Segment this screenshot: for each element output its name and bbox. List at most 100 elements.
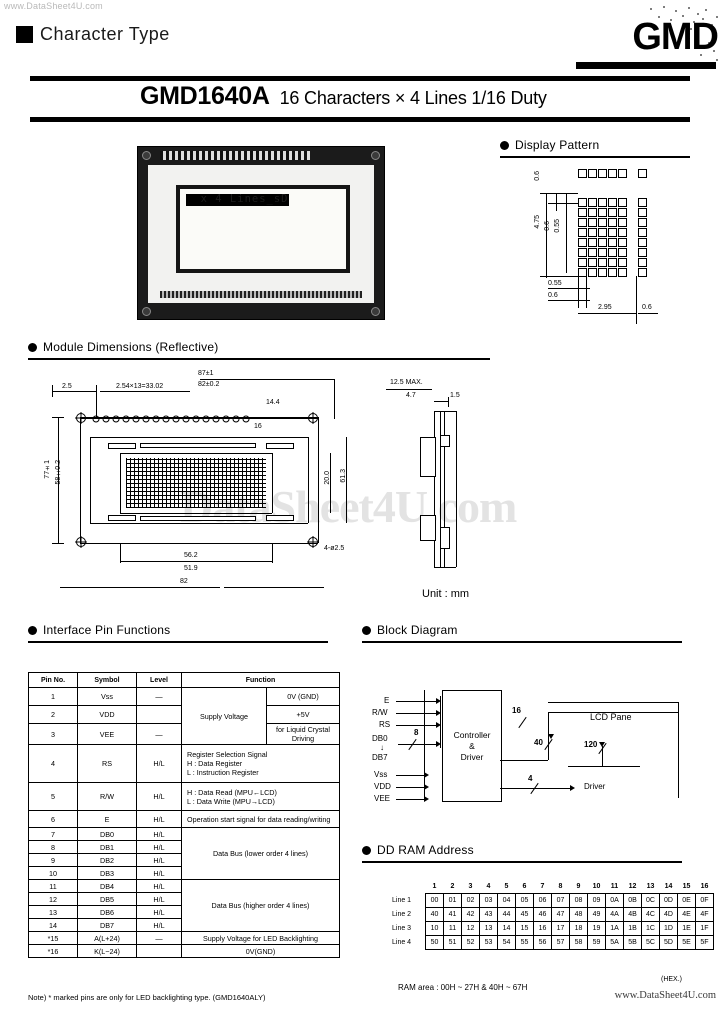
pin-symbol: DB4: [77, 879, 137, 893]
ddram-col-header: 9: [576, 883, 581, 890]
ddram-address-cell: 1F: [695, 921, 714, 936]
ddram-address-cell: 5F: [695, 935, 714, 950]
title-rule-bottom: [30, 117, 690, 122]
section-ddram-address: DD RAM Address: [362, 843, 682, 857]
dim-dot-area: 20.0: [324, 471, 331, 485]
ddram-address-cell: 57: [551, 935, 570, 950]
module-dimension-drawing: 87±1 82±0.2 2.54×13=33.02 2.5 14.4 16 77…: [28, 365, 368, 620]
ddram-address-cell: 00: [425, 893, 444, 908]
lines-40-label: 40: [534, 738, 543, 747]
section-title: Module Dimensions (Reflective): [43, 340, 219, 354]
dim-va-w: 56.2: [184, 552, 198, 559]
pin-level: [136, 944, 182, 958]
section-rule: [500, 156, 690, 158]
ddram-address-cell: 5E: [677, 935, 696, 950]
signal-label-e: E: [384, 696, 390, 705]
signal-label-rs: RS: [379, 720, 391, 729]
block-diagram-drawing: E R/W RS DB0 ↓ DB7 Vss VDD VEE 8 Control…: [362, 650, 682, 830]
ddram-row: Line 1 00 01 02 03 04 05 06 07 08 09 0A 0B 0C 0D 0E 0F: [392, 893, 714, 908]
lines-4-label: 4: [528, 774, 533, 783]
page-title: GMD1640A 16 Characters × 4 Lines 1/16 Dut…: [140, 82, 547, 111]
title-rule-top: [30, 76, 690, 81]
ddram-address-cell: 05: [515, 893, 534, 908]
ddram-col-header: 11: [610, 883, 619, 890]
ddram-col-header: 6: [522, 883, 527, 890]
dim-mount-w: 82±0.2: [198, 381, 220, 388]
ddram-address-cell: 5B: [623, 935, 642, 950]
signal-label-vee: VEE: [374, 794, 391, 803]
ddram-address-cell: 13: [479, 921, 498, 936]
ddram-address-cell: 04: [497, 893, 516, 908]
ddram-address-cell: 44: [497, 907, 516, 922]
category-label: Character Type: [40, 24, 170, 44]
pin-function: H : Data Read (MPU←LCD) L : Data Write (…: [181, 782, 340, 811]
pin-no: 11: [28, 879, 78, 893]
dim-char-gap: 0.6: [642, 304, 652, 311]
driver-block-label: Driver: [584, 782, 606, 791]
photo-screw: [371, 151, 380, 160]
ddram-address-cell: 59: [587, 935, 606, 950]
pin-level: H/L: [136, 827, 182, 841]
ddram-header-row: 1 2 3 4 5 6 7 8 9 10 11 12 13 14 15 16: [392, 880, 714, 894]
ddram-ram-area-note: RAM area : 00H ~ 27H & 40H ~ 67H: [398, 983, 528, 992]
ddram-address-cell: 01: [443, 893, 462, 908]
ddram-address-cell: 16: [533, 921, 552, 936]
dim-char-pitch: 2.95: [598, 304, 612, 311]
section-display-pattern: Display Pattern: [500, 138, 690, 152]
ddram-col-header: 5: [504, 883, 509, 890]
table-row: 7 DB0 H/L Data Bus (lower order 4 lines): [28, 827, 340, 880]
pin-level: —: [136, 931, 182, 945]
pin-no: 4: [28, 744, 78, 783]
section-title: Interface Pin Functions: [43, 623, 171, 637]
pin-no: 12: [28, 892, 78, 906]
pin-symbol: VEE: [77, 723, 137, 745]
ddram-address-cell: 56: [533, 935, 552, 950]
ddram-col-header: 3: [468, 883, 473, 890]
ddram-col-header: 1: [432, 883, 437, 890]
table-row: 11 DB4 H/L Data Bus (higher order 4 line…: [28, 879, 340, 932]
ddram-address-cell: 46: [533, 907, 552, 922]
ddram-address-cell: 54: [497, 935, 516, 950]
unit-label: Unit : mm: [422, 588, 470, 600]
pin-function: 0V(GND): [181, 944, 340, 958]
ddram-row: Line 3 10 11 12 13 14 15 16 17 18 19 1A 1B 1C 1D 1E 1F: [392, 921, 714, 936]
ddram-col-header: 13: [646, 883, 655, 890]
ddram-address-cell: 15: [515, 921, 534, 936]
pin-no: *15: [28, 931, 78, 945]
ddram-address-cell: 50: [425, 935, 444, 950]
pin-no: 6: [28, 810, 78, 828]
section-rule: [28, 358, 490, 360]
ddram-address-cell: 09: [587, 893, 606, 908]
dim-dot-pitch-v: 0.6: [534, 171, 541, 181]
pin-level: H/L: [136, 744, 182, 783]
pin-group-databus-low: Data Bus (lower order 4 lines): [181, 827, 340, 880]
table-row: 6 E H/L Operation start signal for data …: [28, 810, 340, 828]
ddram-col-header: 2: [450, 883, 455, 890]
lcd-panel-label: LCD Pane: [590, 712, 632, 722]
pin-symbol: A(L+24): [77, 931, 137, 945]
bus-width-label: 8: [414, 728, 419, 737]
part-number: GMD1640A: [140, 82, 270, 110]
part-subtitle: 16 Characters × 4 Lines 1/16 Duty: [279, 88, 547, 108]
ddram-address-cell: 11: [443, 921, 462, 936]
ddram-row-label: Line 1: [392, 897, 412, 904]
pin-no: 8: [28, 840, 78, 854]
pin-symbol: E: [77, 810, 137, 828]
pin-symbol: Vss: [77, 687, 137, 706]
pin-no: 7: [28, 827, 78, 841]
ddram-address-cell: 19: [587, 921, 606, 936]
pin-level: H/L: [136, 866, 182, 880]
ddram-address-cell: 14: [497, 921, 516, 936]
pin-level: H/L: [136, 782, 182, 811]
photo-lcd-screen: * STANLEY * Dot Matrix LCD 16 Characters…: [176, 185, 350, 273]
dim-pcb-w: 82: [180, 578, 188, 585]
table-row: *15 A(L+24) — Supply Voltage for LED Bac…: [28, 931, 340, 945]
pin-function: +5V: [266, 705, 340, 724]
mounting-hole-icon: [75, 536, 87, 548]
dim-thickness-max: 12.5 MAX.: [390, 379, 423, 386]
ddram-col-header: 16: [700, 883, 709, 890]
pin-level: —: [136, 723, 182, 745]
ddram-address-cell: 41: [443, 907, 462, 922]
ddram-address-cell: 45: [515, 907, 534, 922]
bullet-square-icon: [16, 26, 33, 43]
